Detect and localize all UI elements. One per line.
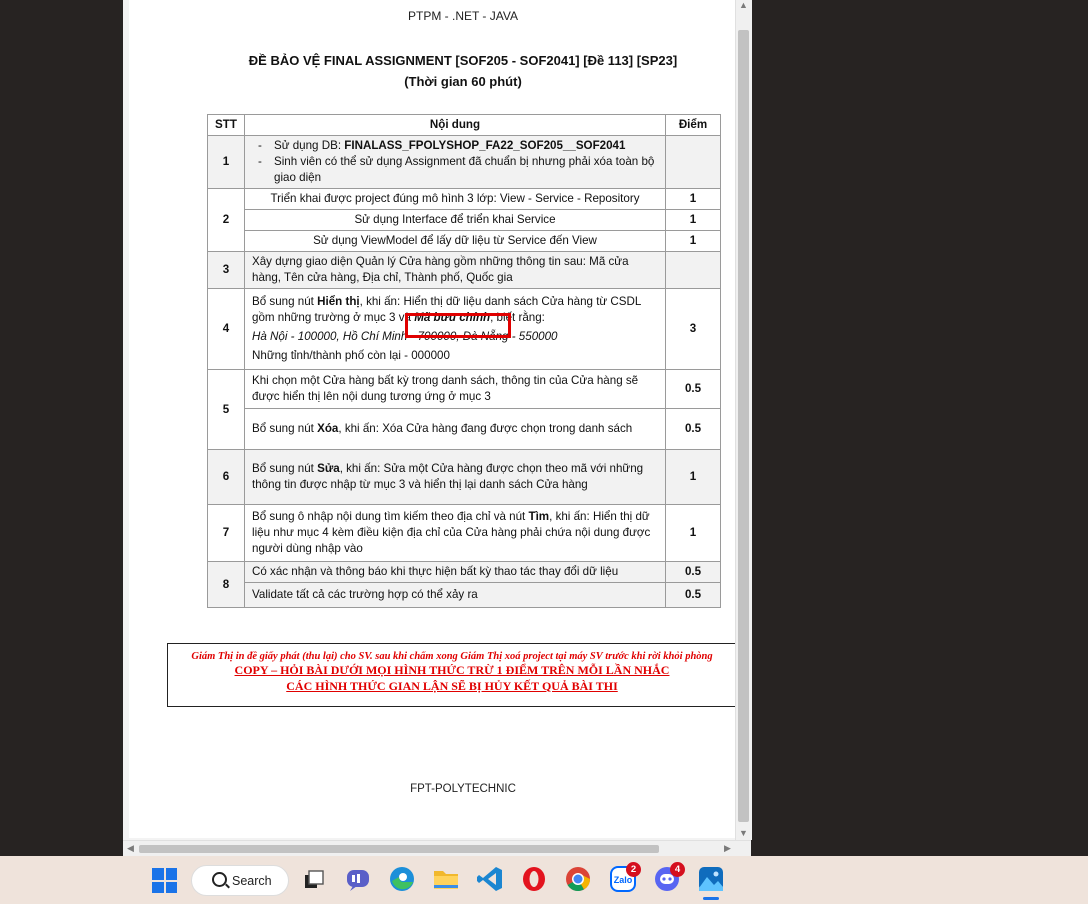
chat-icon[interactable]	[343, 864, 373, 894]
table-row-6: 6 Bổ sung nút Sửa, khi ấn: Sửa một Cửa h…	[207, 449, 721, 505]
row-1-content: Sử dụng DB: FINALASS_FPOLYSHOP_FA22_SOF2…	[244, 135, 666, 189]
row-8-stt: 8	[207, 561, 245, 608]
row-7-content: Bổ sung ô nhập nội dung tìm kiếm theo đị…	[244, 504, 666, 562]
vertical-scrollbar[interactable]: ▲ ▼	[735, 0, 752, 840]
row-8-item-1: Có xác nhận và thông báo khi thực hiện b…	[244, 561, 666, 583]
column-header-score: Điểm	[665, 114, 721, 136]
row-1-bullet-db: Sử dụng DB: FINALASS_FPOLYSHOP_FA22_SOF2…	[252, 138, 658, 154]
search-icon	[212, 872, 227, 887]
page-footer: FPT-POLYTECHNIC	[410, 783, 516, 795]
table-row-7: 7 Bổ sung ô nhập nội dung tìm kiếm theo …	[207, 504, 721, 562]
scroll-down-arrow-icon[interactable]: ▼	[739, 828, 748, 838]
zalo-notification-badge: 2	[626, 862, 641, 877]
row-4-score: 3	[665, 288, 721, 370]
row-8-item-1-score: 0.5	[665, 561, 721, 583]
chrome-icon[interactable]	[563, 864, 593, 894]
row-2-item-2-score: 1	[665, 209, 721, 231]
row-3-content: Xây dựng giao diện Quản lý Cửa hàng gồm …	[244, 251, 666, 289]
row-2-stt: 2	[207, 188, 245, 252]
table-row-3: 3 Xây dựng giao diện Quản lý Cửa hàng gồ…	[207, 251, 721, 289]
table-row-5a: 5 Khi chọn một Cửa hàng bất kỳ trong dan…	[207, 369, 721, 450]
row-3-stt: 3	[207, 251, 245, 289]
scroll-up-arrow-icon[interactable]: ▲	[739, 0, 748, 10]
row-2-item-1: Triển khai được project đúng mô hình 3 l…	[244, 188, 666, 210]
notice-line-3: CÁC HÌNH THỨC GIAN LẬN SẼ BỊ HỦY KẾT QUẢ…	[286, 679, 618, 693]
row-1-bullet-note: Sinh viên có thể sử dụng Assignment đã c…	[252, 154, 658, 186]
proctor-notice-box: Giám Thị in đề giấy phát (thu lại) cho S…	[167, 643, 736, 707]
search-label: Search	[232, 874, 272, 888]
table-header-row: STT Nội dung Điểm	[207, 114, 721, 136]
row-6-score: 1	[665, 449, 721, 505]
table-row-2b: Sử dụng Interface để triển khai Service …	[208, 209, 721, 231]
row-2-item-3: Sử dụng ViewModel để lấy dữ liệu từ Serv…	[244, 230, 666, 252]
row-5-item-2-score: 0.5	[665, 408, 721, 450]
active-app-indicator	[703, 897, 719, 900]
exam-title-line1: ĐỀ BẢO VỆ FINAL ASSIGNMENT [SOF205 - SOF…	[248, 53, 678, 68]
horizontal-scroll-thumb[interactable]	[139, 845, 659, 853]
windows-start-icon[interactable]	[152, 868, 177, 893]
table-row-5b: Bổ sung nút Xóa, khi ấn: Xóa Cửa hàng đa…	[208, 408, 721, 450]
task-view-icon[interactable]	[300, 864, 330, 894]
row-4-other-cities: Những tỉnh/thành phố còn lại - 000000	[252, 349, 450, 362]
table-row-8b: Validate tất cả các trường hợp có thể xả…	[208, 582, 721, 608]
row-5-item-2: Bổ sung nút Xóa, khi ấn: Xóa Cửa hàng đa…	[244, 408, 666, 450]
row-2-item-2: Sử dụng Interface để triển khai Service	[244, 209, 666, 231]
vscode-icon[interactable]	[475, 864, 505, 894]
grading-table: STT Nội dung Điểm 1 Sử dụng DB: FINALASS…	[207, 114, 721, 608]
row-6-content: Bổ sung nút Sửa, khi ấn: Sửa một Cửa hàn…	[244, 449, 666, 505]
row-2-item-1-score: 1	[665, 188, 721, 210]
zalo-icon[interactable]: Zalo 2	[608, 862, 641, 894]
row-8-item-2-score: 0.5	[665, 582, 721, 608]
row-5-stt: 5	[207, 369, 245, 450]
table-row-1: 1 Sử dụng DB: FINALASS_FPOLYSHOP_FA22_SO…	[207, 135, 721, 189]
page-header: PTPM - .NET - JAVA	[407, 9, 518, 23]
exam-title-line2: (Thời gian 60 phút)	[404, 74, 522, 89]
row-5-item-1: Khi chọn một Cửa hàng bất kỳ trong danh …	[244, 369, 666, 409]
vertical-scroll-thumb[interactable]	[738, 30, 749, 822]
notice-line-1: Giám Thị in đề giấy phát (thu lại) cho S…	[191, 651, 713, 662]
taskbar-search-button[interactable]: Search	[191, 865, 289, 896]
row-2-item-3-score: 1	[665, 230, 721, 252]
file-explorer-icon[interactable]	[431, 864, 461, 894]
edge-icon[interactable]	[387, 864, 417, 894]
column-header-stt: STT	[207, 114, 245, 136]
table-row-2a: 2 Triển khai được project đúng mô hình 3…	[207, 188, 721, 252]
scroll-right-arrow-icon[interactable]: ▶	[724, 843, 731, 854]
row-1-score	[665, 135, 721, 189]
opera-icon[interactable]	[519, 864, 549, 894]
horizontal-scrollbar[interactable]: ◀ ▶	[123, 840, 751, 857]
table-row-8a: 8 Có xác nhận và thông báo khi thực hiện…	[207, 561, 721, 608]
exam-title: ĐỀ BẢO VỆ FINAL ASSIGNMENT [SOF205 - SOF…	[129, 50, 797, 92]
row-1-stt: 1	[207, 135, 245, 189]
row-6-stt: 6	[207, 449, 245, 505]
row-7-score: 1	[665, 504, 721, 562]
scroll-left-arrow-icon[interactable]: ◀	[127, 843, 134, 854]
column-header-content: Nội dung	[244, 114, 666, 136]
row-8-item-2: Validate tất cả các trường hợp có thể xả…	[244, 582, 666, 608]
discord-icon[interactable]: 4	[652, 862, 685, 894]
row-7-stt: 7	[207, 504, 245, 562]
discord-notification-badge: 4	[670, 862, 685, 877]
highlight-annotation-box	[405, 313, 511, 338]
row-4-stt: 4	[207, 288, 245, 370]
photos-icon[interactable]	[696, 864, 726, 894]
notice-line-2: COPY – HỎI BÀI DƯỚI MỌI HÌNH THỨC TRỪ 1 …	[234, 663, 670, 677]
row-5-item-1-score: 0.5	[665, 369, 721, 409]
table-row-2c: Sử dụng ViewModel để lấy dữ liệu từ Serv…	[208, 230, 721, 252]
row-3-score	[665, 251, 721, 289]
